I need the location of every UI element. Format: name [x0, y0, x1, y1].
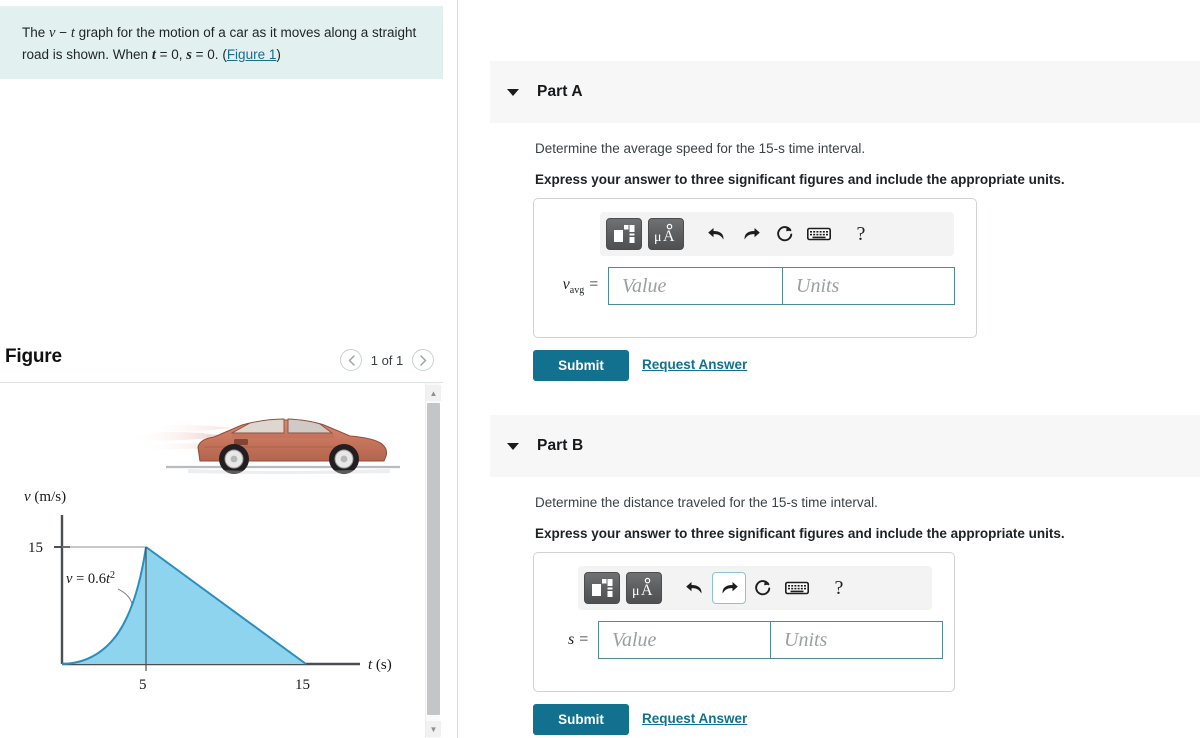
curve-equation-label: v = 0.6t2 [66, 570, 115, 587]
figure-count-label: 1 of 1 [370, 352, 404, 368]
part-a-units-input[interactable]: Units [783, 267, 955, 305]
y-axis-label: v (m/s) [24, 489, 66, 505]
y-tick-15: 15 [28, 540, 43, 556]
velocity-time-graph: v (m/s) 15 5 15 t (s) v = 0.6t2 [0, 479, 420, 709]
part-a-question: Determine the average speed for the 15-s… [535, 141, 866, 156]
figure-navigation: 1 of 1 [340, 349, 434, 371]
part-b-units-input[interactable]: Units [771, 621, 943, 659]
part-a-toolbar: μ A ? [600, 212, 954, 256]
problem-statement-box: The v − t graph for the motion of a car … [0, 6, 443, 79]
redo-icon[interactable] [712, 572, 746, 604]
part-a-title: Part A [537, 83, 583, 100]
x-tick-5: 5 [139, 677, 147, 693]
problem-eq-0b: = 0. [191, 47, 223, 62]
chevron-right-icon [419, 354, 426, 366]
scrollbar-thumb[interactable] [427, 403, 440, 715]
problem-text-pre: The [22, 25, 50, 40]
caret-down-icon[interactable] [507, 442, 519, 450]
left-panel: The v − t graph for the motion of a car … [0, 0, 458, 738]
template-palette-icon[interactable] [584, 572, 620, 604]
part-b-field-row: s = Value Units [546, 621, 943, 659]
figure-body: v (m/s) 15 5 15 t (s) v = 0.6t2 ▲ ▼ [0, 382, 443, 738]
part-b-answer-box: μ A ? s = Value Units [533, 552, 955, 692]
part-b-equals-sign: = [578, 631, 589, 648]
part-a-answer-box: μ A ? vavg = Value Units [533, 198, 977, 338]
x-tick-15: 15 [295, 677, 310, 693]
part-b-variable-label: s = [546, 631, 598, 649]
figure-scrollbar[interactable]: ▲ ▼ [425, 383, 441, 738]
keyboard-icon[interactable] [780, 572, 814, 604]
part-a-submit-button[interactable]: Submit [533, 350, 629, 381]
part-b-header[interactable]: Part B [490, 415, 1200, 477]
part-a-value-input[interactable]: Value [608, 267, 783, 305]
figure-next-button[interactable] [412, 349, 434, 371]
template-palette-icon[interactable] [606, 218, 642, 250]
figure-title: Figure [5, 346, 62, 367]
svg-text:μ: μ [632, 584, 640, 599]
part-a-variable-label: vavg = [546, 276, 608, 296]
greek-units-icon[interactable]: μ A [626, 572, 662, 604]
reset-icon[interactable] [768, 218, 802, 250]
help-icon[interactable]: ? [822, 572, 856, 604]
part-a-var-symbol: v [562, 275, 570, 293]
redo-icon[interactable] [734, 218, 768, 250]
help-icon[interactable]: ? [844, 218, 878, 250]
part-a-equals-sign: = [588, 275, 599, 293]
part-b-value-input[interactable]: Value [598, 621, 771, 659]
part-a-field-row: vavg = Value Units [546, 267, 955, 305]
figure-1-link[interactable]: Figure 1 [227, 47, 277, 62]
part-b-instruction: Express your answer to three significant… [535, 526, 1065, 541]
scroll-down-arrow-icon[interactable]: ▼ [426, 721, 441, 737]
caret-down-icon[interactable] [507, 88, 519, 96]
undo-icon[interactable] [678, 572, 712, 604]
right-panel: Part A Determine the average speed for t… [459, 0, 1200, 738]
part-a-header[interactable]: Part A [490, 61, 1200, 123]
part-b-var-symbol: s [567, 631, 575, 648]
greek-units-icon[interactable]: μ A [648, 218, 684, 250]
help-question-mark: ? [856, 222, 866, 245]
part-b-submit-button[interactable]: Submit [533, 704, 629, 735]
undo-icon[interactable] [700, 218, 734, 250]
x-axis-label: t (s) [368, 657, 392, 673]
minus-sign: − [55, 25, 71, 40]
part-a-var-subscript: avg [569, 285, 585, 297]
problem-eq-0a: = 0, [155, 47, 187, 62]
part-b-toolbar: μ A ? [578, 566, 932, 610]
part-b-units-placeholder: Units [784, 628, 828, 651]
chevron-left-icon [348, 354, 355, 366]
figure-prev-button[interactable] [340, 349, 362, 371]
part-a-instruction: Express your answer to three significant… [535, 172, 1065, 187]
problem-page: The v − t graph for the motion of a car … [0, 0, 1200, 738]
svg-text:A: A [641, 582, 653, 599]
help-question-mark: ? [834, 576, 844, 599]
part-b-title: Part B [537, 437, 584, 454]
problem-statement-text: The v − t graph for the motion of a car … [22, 25, 417, 63]
svg-text:A: A [663, 228, 675, 245]
part-a-request-answer-link[interactable]: Request Answer [642, 357, 747, 372]
part-a-value-placeholder: Value [622, 274, 667, 297]
scroll-up-arrow-icon[interactable]: ▲ [426, 385, 441, 401]
part-b-value-placeholder: Value [612, 628, 657, 651]
keyboard-icon[interactable] [802, 218, 836, 250]
part-b-request-answer-link[interactable]: Request Answer [642, 711, 747, 726]
reset-icon[interactable] [746, 572, 780, 604]
part-b-question: Determine the distance traveled for the … [535, 495, 878, 510]
car-illustration [128, 403, 408, 475]
figure-header: Figure 1 of 1 [0, 344, 443, 382]
part-a-units-placeholder: Units [796, 274, 840, 297]
svg-text:μ: μ [654, 230, 662, 245]
